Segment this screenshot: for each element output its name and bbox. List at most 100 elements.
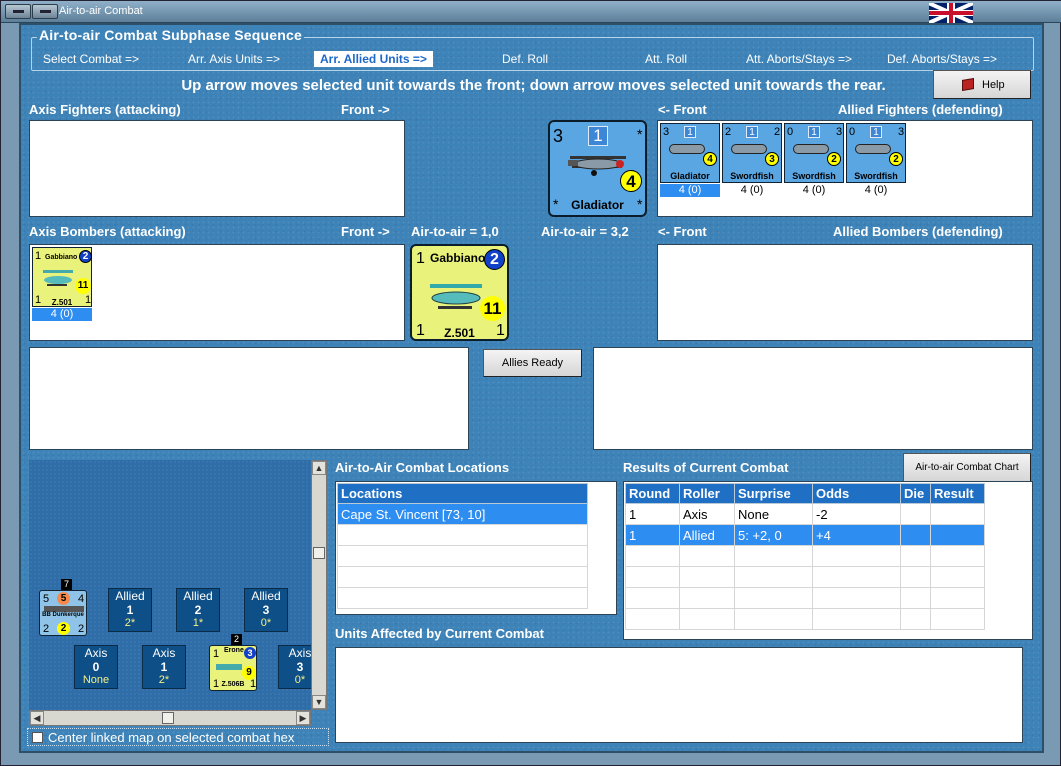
combat-tile[interactable]: Allied 2 1* bbox=[176, 588, 220, 632]
allied-fighter-counter[interactable]: 3 1 4 Gladiator bbox=[660, 123, 720, 183]
results-row[interactable] bbox=[625, 608, 985, 630]
results-cell bbox=[812, 608, 901, 630]
instruction-text: Up arrow moves selected unit towards the… bbox=[181, 77, 886, 94]
results-table: Round Roller Surprise Odds Die Result 1 Axis No… bbox=[625, 483, 985, 630]
results-cell bbox=[679, 587, 735, 609]
center-map-checkbox[interactable] bbox=[32, 732, 43, 743]
scroll-up-arrow-icon[interactable]: ▲ bbox=[312, 461, 326, 475]
results-row[interactable]: 1 Allied 5: +2, 0 +4 bbox=[625, 524, 985, 546]
scrollbar-thumb[interactable] bbox=[313, 547, 325, 559]
tile-value: 2* bbox=[124, 617, 136, 629]
allied-fighter-counter[interactable]: 2 1 2 3 Swordfish bbox=[722, 123, 782, 183]
results-cell bbox=[930, 566, 985, 588]
subphase-sequence-legend: Air-to-air Combat Subphase Sequence bbox=[37, 27, 304, 43]
results-cell bbox=[679, 545, 735, 567]
axis-bombers-panel[interactable]: 1 Gabbiano 2 11 1 Z.501 1 4 (0) bbox=[29, 244, 405, 341]
results-column-header[interactable]: Surprise bbox=[734, 483, 813, 504]
counter-name: Gladiator bbox=[670, 171, 710, 181]
axis-fighters-label: Axis Fighters (attacking) bbox=[29, 102, 181, 117]
allied-fighters-label: Allied Fighters (defending) bbox=[838, 102, 1003, 117]
results-list[interactable]: Round Roller Surprise Odds Die Result 1 Axis No… bbox=[623, 481, 1033, 640]
locations-label: Air-to-Air Combat Locations bbox=[335, 460, 510, 475]
combat-tile[interactable]: Axis 0 None bbox=[74, 645, 118, 689]
results-column-header[interactable]: Odds bbox=[812, 483, 901, 504]
results-column-header[interactable]: Round bbox=[625, 483, 680, 504]
allied-reserve-panel[interactable] bbox=[593, 347, 1033, 450]
map-horizontal-scrollbar[interactable]: ◀ ▶ bbox=[29, 710, 311, 726]
counter-circle-2: 2 bbox=[57, 622, 70, 635]
axis-bombers-front: Front -> bbox=[341, 224, 390, 239]
results-cell bbox=[625, 587, 680, 609]
dunkerque-counter[interactable]: 7 5 5 4 BB Dunkerque 2 2 2 bbox=[39, 579, 87, 636]
location-cell bbox=[337, 524, 588, 546]
results-row[interactable] bbox=[625, 545, 985, 567]
combat-tile[interactable]: Axis 3 0* bbox=[278, 645, 311, 689]
location-row[interactable] bbox=[337, 545, 588, 567]
results-row[interactable] bbox=[625, 566, 985, 588]
seq-def-aborts: Def. Aborts/Stays => bbox=[887, 52, 998, 66]
selected-fighter-counter[interactable]: 3 1 * 4 * Gladiator * bbox=[548, 120, 647, 217]
seaplane-icon bbox=[216, 664, 242, 670]
tile-value: None bbox=[82, 674, 110, 686]
selected-bomber-counter[interactable]: 1 Gabbiano 2 11 1 Z.501 1 bbox=[410, 244, 509, 341]
allies-ready-button[interactable]: Allies Ready bbox=[483, 349, 582, 377]
results-cell bbox=[812, 566, 901, 588]
tile-side: Axis bbox=[84, 646, 108, 660]
results-cell bbox=[900, 503, 931, 525]
air-to-air-axis: Air-to-air = 1,0 bbox=[411, 224, 499, 239]
counter-top-left: 3 bbox=[553, 126, 564, 146]
results-cell bbox=[679, 608, 735, 630]
gabbiano-counter[interactable]: 1 Gabbiano 2 11 1 Z.501 1 bbox=[32, 247, 92, 307]
biplane-icon bbox=[731, 144, 767, 154]
allied-fighter-counter[interactable]: 0 1 3 2 Swordfish bbox=[846, 123, 906, 183]
system-menu-button[interactable] bbox=[5, 4, 31, 19]
results-row[interactable] bbox=[625, 587, 985, 609]
air-to-air-allied: Air-to-air = 3,2 bbox=[541, 224, 629, 239]
map-vertical-scrollbar[interactable]: ▲ ▼ bbox=[311, 460, 327, 710]
locations-list[interactable]: Locations Cape St. Vincent [73, 10] bbox=[335, 481, 617, 615]
scroll-down-arrow-icon[interactable]: ▼ bbox=[312, 695, 326, 709]
axis-reserve-panel[interactable] bbox=[29, 347, 469, 450]
results-cell bbox=[812, 545, 901, 567]
axis-fighters-panel[interactable] bbox=[29, 120, 405, 217]
locations-table: Locations Cape St. Vincent [73, 10] bbox=[337, 483, 588, 609]
counter-code: Z.501 bbox=[444, 326, 475, 340]
center-map-checkbox-row[interactable]: Center linked map on selected combat hex bbox=[27, 728, 329, 746]
minimize-button[interactable] bbox=[32, 4, 58, 19]
results-column-header[interactable]: Die bbox=[900, 483, 931, 504]
counter-name: Erone bbox=[224, 647, 244, 654]
erone-counter[interactable]: 2 1 Erone 3 9 1 Z.506B 1 bbox=[209, 634, 257, 691]
combat-tile[interactable]: Allied 3 0* bbox=[244, 588, 288, 632]
allied-bombers-front: <- Front bbox=[658, 224, 707, 239]
allied-bombers-panel[interactable] bbox=[657, 244, 1033, 341]
location-row[interactable] bbox=[337, 587, 588, 609]
linked-map[interactable]: 7 5 5 4 BB Dunkerque 2 2 2 Allied 1 2* Al… bbox=[29, 460, 311, 710]
units-affected-panel[interactable] bbox=[335, 647, 1023, 743]
combat-tile[interactable]: Allied 1 2* bbox=[108, 588, 152, 632]
counter-top-left: 1 bbox=[35, 250, 42, 262]
scrollbar-thumb[interactable] bbox=[162, 712, 174, 724]
allied-fighters-panel[interactable]: 3 1 4 Gladiator 4 (0) 2 1 2 3 Swordfish 4 (0) 0 1 3 2 S… bbox=[657, 120, 1033, 217]
scroll-right-arrow-icon[interactable]: ▶ bbox=[296, 711, 310, 725]
counter-top-left: 0 bbox=[849, 126, 856, 138]
results-cell: -2 bbox=[812, 503, 901, 525]
window-title: Air-to-air Combat bbox=[59, 5, 143, 17]
allied-fighter-counter[interactable]: 0 1 3 2 Swordfish bbox=[784, 123, 844, 183]
scroll-left-arrow-icon[interactable]: ◀ bbox=[30, 711, 44, 725]
location-row[interactable] bbox=[337, 566, 588, 588]
combat-tile[interactable]: Axis 1 2* bbox=[142, 645, 186, 689]
combat-chart-button[interactable]: Air-to-air Combat Chart bbox=[903, 453, 1031, 483]
results-column-header[interactable]: Roller bbox=[679, 483, 735, 504]
results-row[interactable]: 1 Axis None -2 bbox=[625, 503, 985, 525]
seq-att-roll: Att. Roll bbox=[645, 52, 688, 66]
results-column-header[interactable]: Result bbox=[930, 483, 985, 504]
help-button[interactable]: Help bbox=[933, 70, 1031, 99]
location-row[interactable] bbox=[337, 524, 588, 546]
tile-side: Allied bbox=[251, 589, 281, 603]
location-row[interactable]: Cape St. Vincent [73, 10] bbox=[337, 503, 588, 525]
units-affected-label: Units Affected by Current Combat bbox=[335, 626, 544, 641]
seq-def-roll: Def. Roll bbox=[502, 52, 549, 66]
uk-flag-icon bbox=[929, 3, 973, 23]
counter-box: 1 bbox=[808, 126, 820, 138]
gabbiano-status: 4 (0) bbox=[32, 308, 92, 321]
